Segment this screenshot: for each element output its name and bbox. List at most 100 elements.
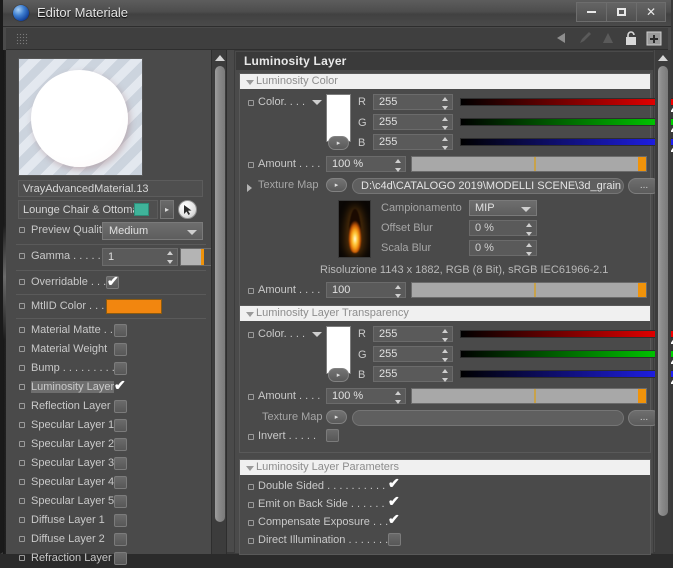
lc-offset-blur-stepper[interactable] xyxy=(525,223,532,236)
layer-row[interactable]: Specular Layer 2 xyxy=(18,436,203,454)
up-arrow-icon[interactable] xyxy=(600,30,616,46)
lc-r-gradient[interactable] xyxy=(460,98,673,106)
pencil-icon[interactable] xyxy=(577,30,593,46)
layer-checkbox[interactable] xyxy=(114,324,127,337)
layer-bullet[interactable] xyxy=(19,479,25,485)
lc-texture-thumbnail[interactable] xyxy=(338,200,371,258)
layer-checkbox[interactable] xyxy=(114,377,127,394)
lt-color-swatch[interactable] xyxy=(326,326,351,374)
luminosity-parameters-header[interactable]: Luminosity Layer Parameters xyxy=(240,460,650,475)
lc-r-input[interactable]: 255 xyxy=(373,94,453,110)
layer-checkbox[interactable] xyxy=(114,457,127,470)
lc-b-gradient[interactable] xyxy=(460,138,673,146)
close-button[interactable]: ✕ xyxy=(636,2,666,22)
overridable-checkbox[interactable] xyxy=(106,273,119,290)
lt-r-stepper[interactable] xyxy=(441,329,448,342)
lt-texture-expand-button[interactable]: ▸ xyxy=(326,410,347,424)
lt-amount-slider[interactable] xyxy=(411,388,647,404)
lt-amount-stepper[interactable] xyxy=(394,391,401,404)
lc-scala-blur-stepper[interactable] xyxy=(525,243,532,256)
layer-bullet[interactable] xyxy=(19,365,25,371)
object-color-swatch[interactable] xyxy=(134,203,149,216)
layer-bullet[interactable] xyxy=(19,327,25,333)
lc-r-stepper[interactable] xyxy=(441,97,448,110)
mtlid-color-bullet[interactable] xyxy=(19,303,25,309)
layer-checkbox[interactable] xyxy=(114,438,127,451)
lt-color-expand-button[interactable]: ▸ xyxy=(328,368,349,382)
lc-tex-amount-slider[interactable] xyxy=(411,282,647,298)
minimize-button[interactable] xyxy=(576,2,606,22)
lc-color-bullet[interactable] xyxy=(248,100,254,106)
layer-row[interactable]: Diffuse Layer 1 xyxy=(18,512,203,530)
param-checkbox[interactable] xyxy=(388,493,401,510)
layer-bullet[interactable] xyxy=(19,517,25,523)
luminosity-transparency-header[interactable]: Luminosity Layer Transparency xyxy=(240,306,650,321)
layer-bullet[interactable] xyxy=(19,555,25,561)
lt-color-caret-icon[interactable] xyxy=(312,332,322,337)
lt-invert-checkbox[interactable] xyxy=(326,429,339,442)
layer-bullet[interactable] xyxy=(19,441,25,447)
layer-row[interactable]: Bump . . . . . . . . . xyxy=(18,360,203,378)
layer-bullet[interactable] xyxy=(19,498,25,504)
lc-tex-amount-stepper[interactable] xyxy=(394,285,401,298)
param-bullet[interactable] xyxy=(248,484,254,490)
lc-scala-blur-input[interactable]: 0 % xyxy=(469,240,537,256)
lt-b-gradient[interactable] xyxy=(460,370,673,378)
layer-bullet[interactable] xyxy=(19,346,25,352)
lt-g-input[interactable]: 255 xyxy=(373,346,453,362)
layer-checkbox[interactable] xyxy=(114,514,127,527)
layer-bullet[interactable] xyxy=(19,536,25,542)
lc-color-expand-button[interactable]: ▸ xyxy=(328,136,349,150)
layer-row[interactable]: Refraction Layer xyxy=(18,550,203,568)
lc-amount-stepper[interactable] xyxy=(394,159,401,172)
preview-quality-select[interactable]: Medium xyxy=(102,222,203,240)
layer-checkbox[interactable] xyxy=(114,476,127,489)
lt-b-stepper[interactable] xyxy=(441,369,448,382)
layer-checkbox[interactable] xyxy=(114,400,127,413)
lt-invert-bullet[interactable] xyxy=(248,434,254,440)
layer-checkbox[interactable] xyxy=(114,495,127,508)
right-scrollbar-thumb[interactable] xyxy=(658,66,668,516)
layer-checkbox[interactable] xyxy=(114,419,127,432)
lc-g-stepper[interactable] xyxy=(441,117,448,130)
left-scrollbar[interactable] xyxy=(211,50,227,554)
layer-bullet[interactable] xyxy=(19,403,25,409)
lc-b-stepper[interactable] xyxy=(441,137,448,150)
gamma-slider[interactable] xyxy=(180,248,215,266)
right-scrollbar[interactable] xyxy=(655,50,671,554)
left-scrollbar-thumb[interactable] xyxy=(215,66,225,522)
lt-amount-bullet[interactable] xyxy=(248,394,254,400)
layer-bullet[interactable] xyxy=(19,384,25,390)
scroll-up-icon[interactable] xyxy=(657,52,668,63)
gamma-stepper[interactable] xyxy=(166,251,173,264)
lc-texture-path-field[interactable]: D:\c4d\CATALOGO 2019\MODELLI SCENE\3d_gr… xyxy=(352,178,624,194)
drag-grip-icon[interactable] xyxy=(16,33,28,45)
layer-bullet[interactable] xyxy=(19,422,25,428)
lc-amount-slider[interactable] xyxy=(411,156,647,172)
lt-amount-input[interactable]: 100 % xyxy=(326,388,406,404)
scroll-up-icon[interactable] xyxy=(214,52,225,63)
lock-icon[interactable] xyxy=(623,30,639,46)
param-checkbox[interactable] xyxy=(388,475,401,492)
lt-b-input[interactable]: 255 xyxy=(373,366,453,382)
layer-row[interactable]: Luminosity Layer xyxy=(18,377,203,397)
lc-texture-expand-icon[interactable] xyxy=(247,184,252,192)
lc-amount-bullet[interactable] xyxy=(248,162,254,168)
luminosity-color-header[interactable]: Luminosity Color xyxy=(240,74,650,89)
layer-checkbox[interactable] xyxy=(114,533,127,546)
lt-r-gradient[interactable] xyxy=(460,330,673,338)
layer-row[interactable]: Material Weight xyxy=(18,341,203,359)
lc-amount-input[interactable]: 100 % xyxy=(326,156,406,172)
object-expand-button[interactable]: ▸ xyxy=(160,200,174,219)
layer-row[interactable]: Reflection Layer xyxy=(18,398,203,416)
gamma-input[interactable]: 1 xyxy=(102,248,178,266)
lt-g-stepper[interactable] xyxy=(441,349,448,362)
param-bullet[interactable] xyxy=(248,502,254,508)
param-checkbox[interactable] xyxy=(388,533,401,546)
material-name-field[interactable]: VrayAdvancedMaterial.13 xyxy=(18,180,203,197)
lc-g-gradient[interactable] xyxy=(460,118,673,126)
layer-row[interactable]: Specular Layer 5 xyxy=(18,493,203,511)
lt-texture-path-field[interactable] xyxy=(352,410,624,426)
lt-r-input[interactable]: 255 xyxy=(373,326,453,342)
gamma-bullet[interactable] xyxy=(19,253,25,259)
